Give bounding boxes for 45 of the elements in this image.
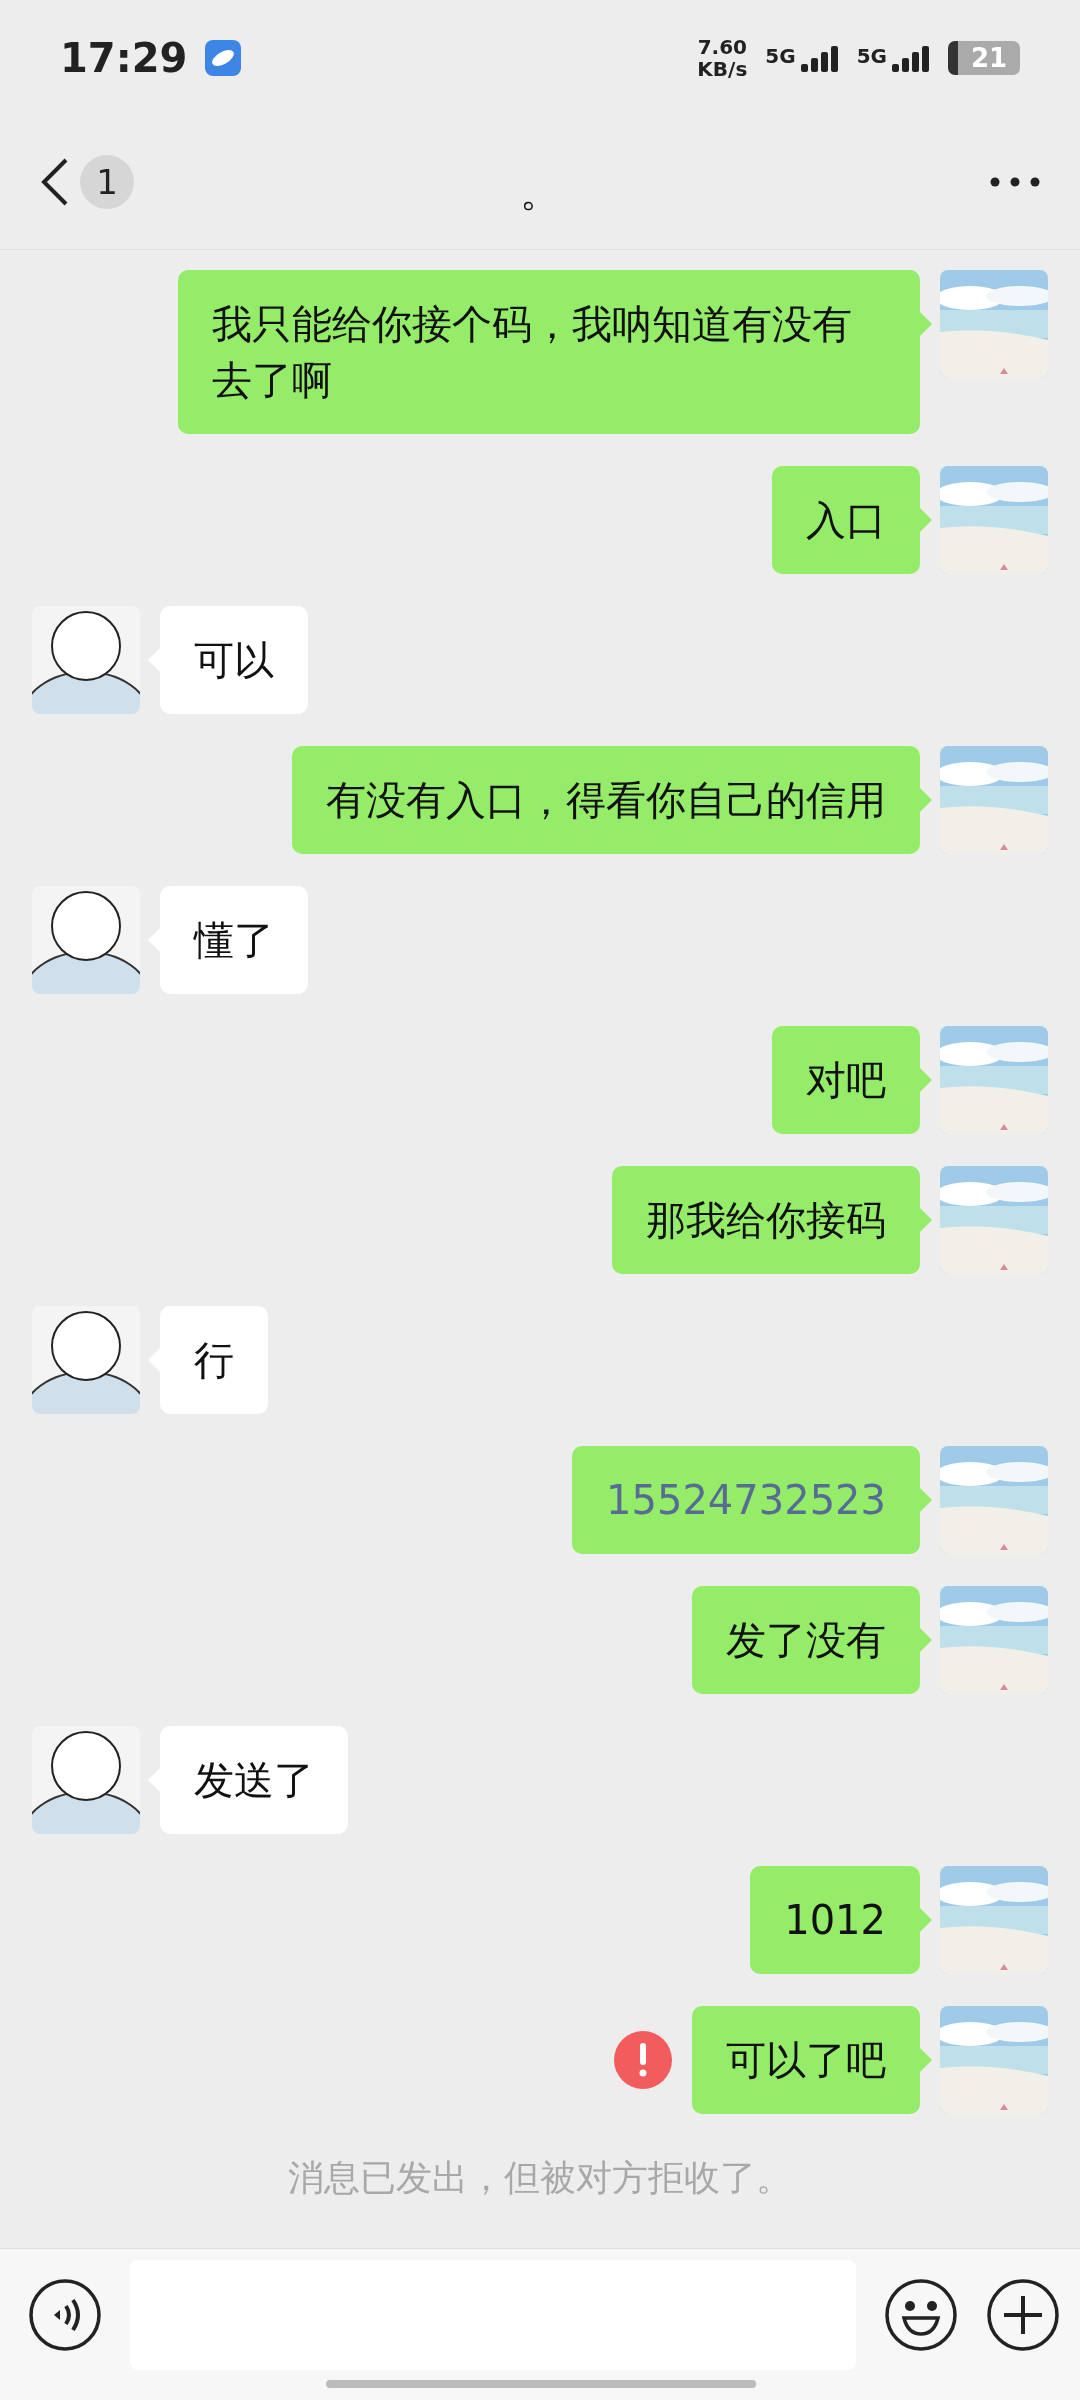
bubble-tail bbox=[920, 1488, 932, 1512]
phone-link-bubble[interactable]: 15524732523 bbox=[572, 1446, 920, 1554]
more-icon[interactable] bbox=[990, 177, 1040, 187]
network-type: 5G bbox=[765, 43, 796, 68]
message-bubble: 可以了吧 bbox=[692, 2006, 920, 2114]
status-time: 17:29 bbox=[60, 34, 188, 81]
bubble-tail bbox=[920, 1068, 932, 1092]
message-bubble: 可以 bbox=[160, 606, 308, 714]
bubble-tail bbox=[920, 1908, 932, 1932]
message-bubble: 那我给你接码 bbox=[612, 1166, 920, 1274]
avatar[interactable] bbox=[32, 1726, 140, 1834]
home-indicator[interactable] bbox=[326, 2380, 756, 2388]
message-bubble: 1012 bbox=[750, 1866, 920, 1974]
avatar[interactable] bbox=[32, 1306, 140, 1414]
signal-icon bbox=[890, 43, 930, 72]
signal-icon bbox=[798, 43, 839, 72]
bubble-tail bbox=[920, 788, 932, 812]
emoji-icon[interactable] bbox=[884, 2277, 958, 2352]
network-type: 5G bbox=[856, 43, 887, 68]
system-notice: 消息已发出，但被对方拒收了。 bbox=[288, 2156, 792, 2200]
network-speed: 7.60 bbox=[697, 35, 747, 58]
message-bubble: 行 bbox=[160, 1306, 268, 1414]
chat-title: 。 bbox=[520, 167, 560, 217]
bubble-tail bbox=[920, 2048, 932, 2072]
message-bubble: 入口 bbox=[772, 466, 920, 574]
message-bubble: 发送了 bbox=[160, 1726, 348, 1834]
avatar[interactable] bbox=[32, 606, 140, 714]
message-bubble: 我只能给你接个码，我呐知道有没有去了啊 bbox=[178, 270, 920, 434]
voice-icon[interactable] bbox=[28, 2277, 102, 2352]
speed-unit: KB/s bbox=[697, 57, 748, 80]
bubble-tail bbox=[920, 1628, 932, 1652]
message-bubble: 有没有入口，得看你自己的信用 bbox=[292, 746, 920, 854]
unread-badge: 1 bbox=[80, 155, 134, 209]
message-bubble: 对吧 bbox=[772, 1026, 920, 1134]
bubble-tail bbox=[920, 312, 932, 336]
bubble-tail bbox=[920, 508, 932, 532]
error-icon[interactable] bbox=[614, 2031, 672, 2089]
message-bubble: 懂了 bbox=[160, 886, 308, 994]
avatar[interactable] bbox=[32, 886, 140, 994]
plus-icon[interactable] bbox=[986, 2277, 1060, 2352]
bubble-tail bbox=[920, 1208, 932, 1232]
app-icon bbox=[205, 39, 242, 76]
back-icon[interactable] bbox=[40, 158, 70, 206]
message-bubble: 发了没有 bbox=[692, 1586, 920, 1694]
battery-level: 21 bbox=[948, 40, 1020, 75]
